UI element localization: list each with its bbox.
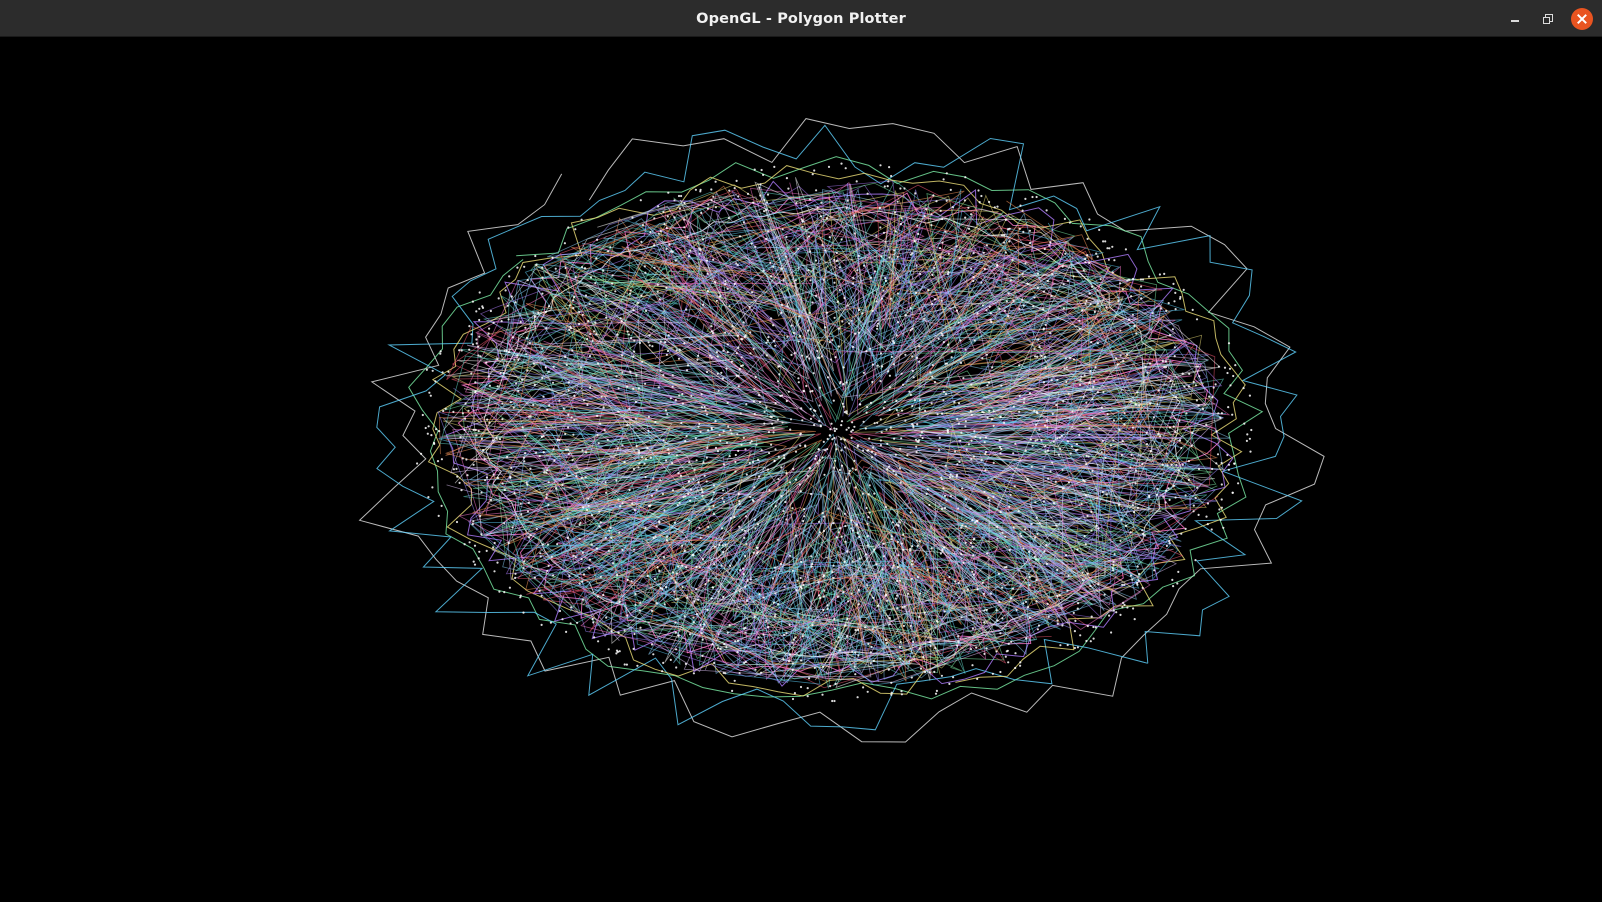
app-window: OpenGL - Polygon Plotter: [0, 0, 1602, 902]
window-title: OpenGL - Polygon Plotter: [696, 11, 906, 27]
minimize-button[interactable]: [1504, 8, 1526, 30]
polygon-plot: [358, 118, 1325, 743]
title-bar[interactable]: OpenGL - Polygon Plotter: [0, 0, 1602, 37]
close-button[interactable]: [1571, 8, 1593, 30]
opengl-canvas[interactable]: [1, 37, 1601, 901]
maximize-button[interactable]: [1537, 8, 1559, 30]
